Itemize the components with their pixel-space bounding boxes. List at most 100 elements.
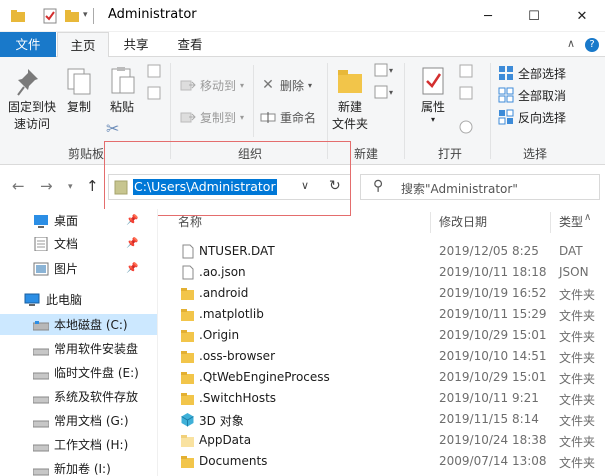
tab-home[interactable]: 主页 xyxy=(57,32,109,58)
folder-icon xyxy=(180,286,195,301)
delete-button[interactable]: ✕ 删除 ▾ xyxy=(260,75,312,95)
back-arrow-icon[interactable]: ← xyxy=(12,177,25,195)
nav-item-drive-e[interactable]: 临时文件盘 (E:) xyxy=(0,362,157,383)
file-row[interactable]: .Origin 2019/10/29 15:01 文件夹 xyxy=(158,325,605,346)
tab-file[interactable]: 文件 xyxy=(0,32,56,57)
cut-icon[interactable]: ✂ xyxy=(106,119,119,138)
file-date: 2019/10/10 14:51 xyxy=(439,349,547,363)
forward-arrow-icon[interactable]: → xyxy=(40,177,53,195)
file-row[interactable]: NTUSER.DAT 2019/12/05 8:25 DAT xyxy=(158,241,605,262)
customize-quick-access-icon[interactable]: ▾ xyxy=(83,10,99,26)
paste-button[interactable]: 粘贴 xyxy=(102,65,142,116)
edit-icon[interactable] xyxy=(458,85,474,104)
nav-item-pictures[interactable]: 图片 📌 xyxy=(0,258,157,279)
minimize-button[interactable]: ─ xyxy=(465,0,511,32)
select-none-button[interactable]: 全部取消 xyxy=(498,85,566,105)
new-folder-quick-icon[interactable] xyxy=(64,8,80,24)
tab-share[interactable]: 共享 xyxy=(112,32,160,57)
navigation-pane: 桌面 📌 文档 📌 图片 📌 此电脑 本地磁盘 (C:) 常用软件安装盘 临时文… xyxy=(0,209,157,476)
nav-item-desktop[interactable]: 桌面 📌 xyxy=(0,210,157,231)
file-row[interactable]: Documents 2009/07/14 13:08 文件夹 xyxy=(158,451,605,472)
select-all-button[interactable]: 全部选择 xyxy=(498,63,566,83)
nav-item-drive-d[interactable]: 常用软件安装盘 xyxy=(0,338,157,359)
drive-icon xyxy=(32,345,50,359)
documents-icon xyxy=(33,236,49,252)
file-date: 2019/10/19 16:52 xyxy=(439,286,547,300)
new-item-icon[interactable]: ▾ xyxy=(374,63,396,82)
nav-item-drive-g[interactable]: 常用文档 (G:) xyxy=(0,410,157,431)
new-folder-button[interactable]: 新建 文件夹 xyxy=(330,65,370,133)
ribbon-tabs: 文件 主页 共享 查看 ∧ ? xyxy=(0,32,605,58)
column-header-name[interactable]: 名称 xyxy=(178,213,202,230)
delete-icon: ✕ xyxy=(262,77,274,93)
copy-button[interactable]: 复制 xyxy=(62,65,96,116)
column-header-date[interactable]: 修改日期 xyxy=(439,213,487,230)
file-row[interactable]: .oss-browser 2019/10/10 14:51 文件夹 xyxy=(158,346,605,367)
history-icon[interactable] xyxy=(458,119,474,138)
nav-item-drive-h[interactable]: 工作文档 (H:) xyxy=(0,434,157,455)
group-label-open: 打开 xyxy=(437,147,462,161)
nav-item-drive-c[interactable]: 本地磁盘 (C:) xyxy=(0,314,157,335)
column-header-type[interactable]: 类型 xyxy=(559,213,583,230)
file-row[interactable]: 3D 对象 2019/11/15 8:14 文件夹 xyxy=(158,409,605,430)
file-row[interactable]: .android 2019/10/19 16:52 文件夹 xyxy=(158,283,605,304)
file-name: Documents xyxy=(199,454,268,468)
cut-copy-path-icons xyxy=(146,63,162,82)
invert-selection-button[interactable]: 反向选择 xyxy=(498,107,566,127)
drive-icon xyxy=(32,369,50,383)
group-label-clipboard: 剪贴板 xyxy=(67,147,104,161)
file-row[interactable]: .ao.json 2019/10/11 18:18 JSON xyxy=(158,262,605,283)
invert-selection-icon xyxy=(498,109,514,125)
nav-item-this-pc[interactable]: 此电脑 xyxy=(0,289,157,310)
select-all-icon xyxy=(498,65,514,81)
pin-icon[interactable]: 📌 xyxy=(126,238,138,249)
file-row[interactable]: .QtWebEngineProcess 2019/10/29 15:01 文件夹 xyxy=(158,367,605,388)
group-label-select: 选择 xyxy=(522,147,547,161)
file-name: AppData xyxy=(199,433,252,447)
help-icon[interactable]: ? xyxy=(585,38,599,52)
properties-icon xyxy=(417,65,449,97)
rename-button[interactable]: 重命名 xyxy=(260,107,316,127)
svg-text:▾: ▾ xyxy=(389,88,393,97)
folder-app-icon xyxy=(10,8,26,24)
recent-locations-icon[interactable]: ▾ xyxy=(68,182,73,192)
file-date: 2019/12/05 8:25 xyxy=(439,244,539,258)
pin-to-quick-access-button[interactable]: 固定到快 速访问 xyxy=(6,65,58,133)
nav-item-drive-i[interactable]: 新加卷 (I:) xyxy=(0,458,157,476)
search-box[interactable]: ⚲ 搜索"Administrator" xyxy=(360,174,600,200)
file-type: 文件夹 xyxy=(559,330,596,344)
up-arrow-icon[interactable]: ↑ xyxy=(86,177,99,195)
tab-view[interactable]: 查看 xyxy=(166,32,214,57)
file-icon xyxy=(180,244,195,259)
collapse-ribbon-icon[interactable]: ∧ xyxy=(567,37,575,50)
pin-icon[interactable]: 📌 xyxy=(126,215,138,226)
properties-quick-icon[interactable] xyxy=(42,8,58,24)
column-chevron-icon[interactable]: ∧ xyxy=(584,212,591,223)
folder-icon xyxy=(180,370,195,385)
properties-button[interactable]: 属性 ▾ xyxy=(414,65,452,124)
file-row[interactable]: .matplotlib 2019/10/11 15:29 文件夹 xyxy=(158,304,605,325)
file-date: 2009/07/14 13:08 xyxy=(439,454,547,468)
easy-access-icon[interactable]: ▾ xyxy=(374,85,396,104)
maximize-button[interactable]: ☐ xyxy=(511,0,557,32)
open-icon[interactable] xyxy=(458,63,474,82)
desktop-icon xyxy=(33,214,49,228)
file-type: 文件夹 xyxy=(559,456,596,470)
file-date: 2019/10/11 9:21 xyxy=(439,391,539,405)
pin-icon xyxy=(16,65,48,97)
title-bar: ▾ Administrator ─ ☐ ✕ xyxy=(0,0,605,32)
file-type: 文件夹 xyxy=(559,372,596,386)
file-row[interactable]: AppData 2019/10/24 18:38 文件夹 xyxy=(158,430,605,451)
group-label-new: 新建 xyxy=(353,147,378,161)
nav-item-documents[interactable]: 文档 📌 xyxy=(0,233,157,254)
file-type: 文件夹 xyxy=(559,435,596,449)
file-name: .matplotlib xyxy=(199,307,264,321)
move-to-button[interactable]: 移动到 ▾ xyxy=(180,75,244,95)
file-row[interactable]: .SwitchHosts 2019/10/11 9:21 文件夹 xyxy=(158,388,605,409)
close-button[interactable]: ✕ xyxy=(559,0,605,32)
paste-icon xyxy=(106,65,138,97)
nav-item-drive-f[interactable]: 系统及软件存放 xyxy=(0,386,157,407)
paste-shortcut-icon[interactable] xyxy=(146,85,162,104)
pin-icon[interactable]: 📌 xyxy=(126,263,138,274)
copy-to-button[interactable]: 复制到 ▾ xyxy=(180,107,244,127)
